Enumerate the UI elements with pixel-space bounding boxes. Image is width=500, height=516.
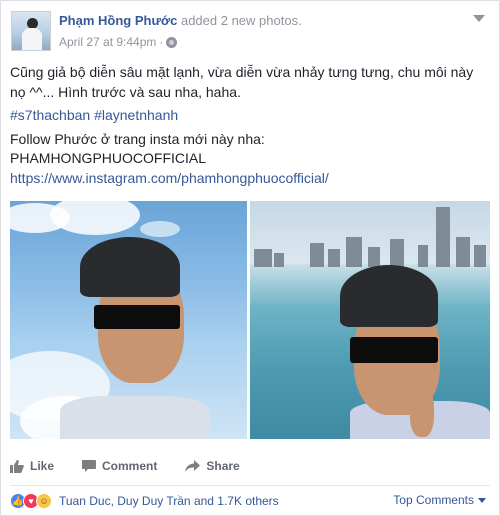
reactions-bar: 👍 ♥ ☺ Tuan Duc, Duy Duy Trần and 1.7K ot…	[10, 491, 490, 511]
post-meta: Phạm Hồng Phước added 2 new photos. Apri…	[59, 11, 302, 53]
photo-selfie-sky[interactable]	[10, 201, 247, 439]
caret-down-icon	[478, 497, 486, 503]
comment-icon	[82, 460, 97, 472]
post-actions: Like Comment Share	[10, 453, 490, 479]
author-line: Phạm Hồng Phước added 2 new photos.	[59, 13, 302, 29]
like-button[interactable]: Like	[10, 459, 54, 473]
hashtags[interactable]: #s7thachban #laynetnhanh	[10, 107, 178, 123]
top-comments-label: Top Comments	[393, 493, 474, 507]
reaction-summary[interactable]: Tuan Duc, Duy Duy Trần and 1.7K others	[59, 494, 279, 508]
globe-icon[interactable]	[166, 36, 178, 48]
handle-text: PHAMHONGPHUOCOFFICIAL	[10, 150, 207, 166]
top-comments-dropdown[interactable]: Top Comments	[393, 493, 486, 507]
photo-selfie-beach[interactable]	[250, 201, 490, 439]
comment-button[interactable]: Comment	[82, 459, 157, 473]
chevron-down-icon[interactable]	[473, 15, 485, 22]
haha-icon: ☺	[36, 493, 52, 509]
post-header: Phạm Hồng Phước added 2 new photos. Apri…	[11, 11, 302, 53]
follow-text: Follow Phước ở trang insta mới này nha:	[10, 130, 265, 147]
author-name[interactable]: Phạm Hồng Phước	[59, 13, 177, 28]
photo-grid	[10, 201, 490, 439]
instagram-link[interactable]: https://www.instagram.com/phamhongphuoco…	[10, 170, 329, 186]
share-button[interactable]: Share	[185, 459, 240, 473]
divider	[10, 485, 490, 486]
timestamp[interactable]: April 27 at 9:44pm	[59, 35, 156, 49]
avatar-body	[22, 28, 42, 50]
reaction-icons[interactable]: 👍 ♥ ☺	[10, 493, 52, 509]
post-action: added 2 new photos.	[180, 13, 302, 28]
post-text: Cũng giả bộ diễn sâu mặt lạnh, vừa diễn …	[10, 63, 490, 192]
separator: ·	[159, 35, 164, 49]
avatar[interactable]	[11, 11, 51, 51]
comment-label: Comment	[102, 459, 158, 473]
share-icon	[185, 460, 201, 472]
post-card: Phạm Hồng Phước added 2 new photos. Apri…	[0, 0, 500, 516]
thumbs-up-icon	[10, 459, 24, 473]
share-label: Share	[206, 459, 240, 473]
like-label: Like	[30, 459, 55, 473]
post-body: Cũng giả bộ diễn sâu mặt lạnh, vừa diễn …	[10, 64, 474, 100]
time-line: April 27 at 9:44pm ·	[59, 35, 302, 49]
